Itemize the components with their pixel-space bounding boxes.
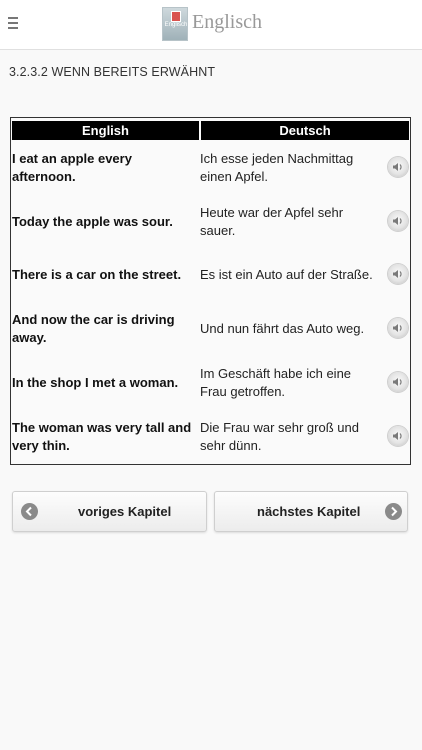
arrow-right-icon — [385, 503, 402, 520]
speaker-icon[interactable] — [388, 157, 408, 177]
previous-chapter-button[interactable]: voriges Kapitel — [12, 491, 207, 532]
english-sentence: The woman was very tall and very thin. — [12, 419, 192, 453]
section-heading: 3.2.3.2 WENN BEREITS ERWÄHNT — [9, 65, 216, 79]
app-header: Englisch Englisch — [0, 0, 422, 50]
english-sentence: In the shop I met a woman. — [12, 374, 179, 390]
column-header-english: English — [12, 121, 199, 140]
english-sentence: There is a car on the street. — [12, 266, 182, 282]
table-row: In the shop I met a woman. Im Geschäft h… — [11, 356, 410, 409]
vocabulary-table: English Deutsch I eat an apple every aft… — [10, 117, 411, 465]
table-row: I eat an apple every afternoon. Ich esse… — [11, 141, 410, 194]
german-sentence: Es ist ein Auto auf der Straße. — [200, 266, 373, 282]
previous-chapter-label: voriges Kapitel — [78, 504, 172, 519]
german-sentence: Heute war der Apfel sehr sauer. — [200, 204, 344, 238]
speaker-icon[interactable] — [388, 426, 408, 446]
speaker-icon[interactable] — [388, 318, 408, 338]
app-logo: Englisch — [162, 7, 188, 41]
english-sentence: Today the apple was sour. — [12, 213, 173, 229]
hamburger-menu-icon[interactable] — [8, 17, 18, 29]
german-sentence: Und nun fährt das Auto weg. — [200, 320, 365, 336]
flag-icon — [171, 11, 181, 22]
next-chapter-button[interactable]: nächstes Kapitel — [214, 491, 408, 532]
english-sentence: And now the car is driving away. — [12, 311, 175, 345]
arrow-left-icon — [21, 503, 38, 520]
table-row: And now the car is driving away. Und nun… — [11, 302, 410, 355]
german-sentence: Im Geschäft habe ich eine Frau getroffen… — [200, 365, 352, 399]
column-header-deutsch: Deutsch — [201, 121, 409, 140]
next-chapter-label: nächstes Kapitel — [257, 504, 361, 519]
speaker-icon[interactable] — [388, 264, 408, 284]
english-sentence: I eat an apple every afternoon. — [12, 150, 132, 184]
german-sentence: Ich esse jeden Nachmittag einen Apfel. — [200, 150, 354, 184]
logo-text: Englisch — [164, 22, 188, 28]
german-sentence: Die Frau war sehr groß und sehr dünn. — [200, 419, 359, 453]
table-row: Today the apple was sour. Heute war der … — [11, 195, 410, 248]
table-row: There is a car on the street. Es ist ein… — [11, 248, 410, 301]
speaker-icon[interactable] — [388, 211, 408, 231]
table-row: The woman was very tall and very thin. D… — [11, 410, 410, 463]
app-title: Englisch — [192, 11, 262, 33]
speaker-icon[interactable] — [388, 372, 408, 392]
